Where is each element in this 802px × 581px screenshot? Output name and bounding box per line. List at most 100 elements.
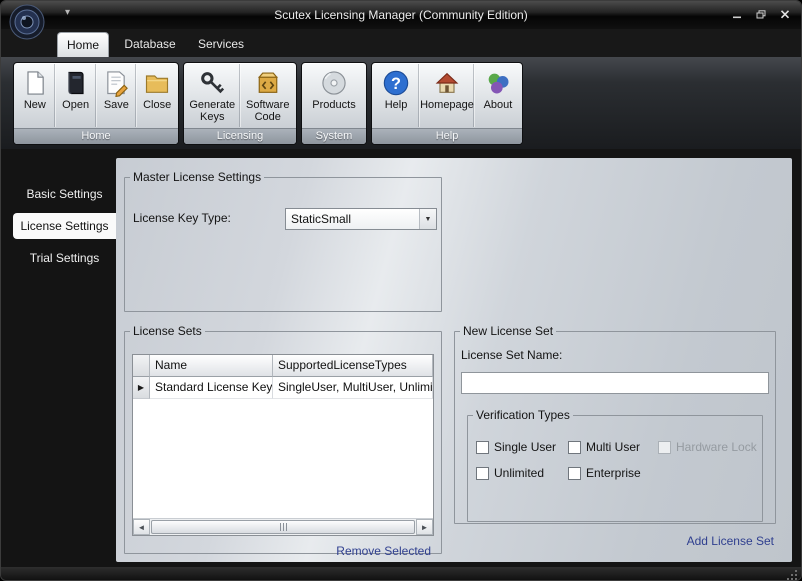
group-caption-help: Help bbox=[372, 128, 522, 144]
ribbon: New Open Save Close Home Generate Keys S… bbox=[1, 57, 801, 149]
minimize-button[interactable] bbox=[729, 7, 745, 21]
checkbox-icon bbox=[476, 466, 489, 480]
license-key-type-label: License Key Type: bbox=[133, 211, 231, 225]
horizontal-scrollbar[interactable]: ◄ ► bbox=[133, 518, 433, 535]
arrow-left-icon: ◄ bbox=[137, 522, 146, 532]
row-header-cell: ▶ bbox=[133, 377, 150, 399]
close-button[interactable] bbox=[777, 7, 793, 21]
button-label: Homepage bbox=[420, 99, 474, 111]
tab-services[interactable]: Services bbox=[189, 32, 253, 57]
table-empty-area bbox=[133, 399, 433, 518]
checkbox-label: Enterprise bbox=[586, 466, 641, 480]
group-caption-home: Home bbox=[14, 128, 178, 144]
scrollbar-track[interactable] bbox=[150, 519, 416, 535]
settings-panel: Master License Settings License Key Type… bbox=[116, 158, 792, 562]
open-folder-icon bbox=[62, 69, 90, 97]
license-key-type-select[interactable]: StaticSmall ▼ bbox=[285, 208, 437, 230]
content-area: Basic Settings License Settings Trial Se… bbox=[1, 149, 801, 567]
checkbox-icon bbox=[568, 466, 581, 480]
checkbox-label: Unlimited bbox=[494, 466, 545, 480]
checkbox-multi-user[interactable]: Multi User bbox=[568, 440, 640, 454]
ribbon-group-licensing: Generate Keys Software Code Licensing bbox=[183, 62, 297, 145]
checkbox-label: Hardware Lock bbox=[676, 440, 757, 454]
ribbon-tabstrip: Home Database Services bbox=[1, 29, 801, 57]
button-label: Close bbox=[143, 99, 172, 111]
group-title-master: Master License Settings bbox=[133, 170, 262, 184]
group-caption-licensing: Licensing bbox=[184, 128, 296, 144]
generate-keys-button[interactable]: Generate Keys bbox=[185, 64, 240, 127]
scroll-left-button[interactable]: ◄ bbox=[133, 519, 150, 535]
ribbon-group-home: New Open Save Close Home bbox=[13, 62, 179, 145]
products-button[interactable]: Products bbox=[303, 64, 365, 127]
checkbox-label: Single User bbox=[494, 440, 557, 454]
checkbox-enterprise[interactable]: Enterprise bbox=[568, 466, 641, 480]
tab-home[interactable]: Home bbox=[57, 32, 109, 57]
table-corner-cell[interactable] bbox=[133, 355, 150, 377]
new-button[interactable]: New bbox=[15, 64, 55, 127]
app-window: ▾ Scutex Licensing Manager (Community Ed… bbox=[0, 0, 802, 581]
maximize-button[interactable] bbox=[753, 7, 769, 21]
save-button[interactable]: Save bbox=[95, 64, 137, 127]
homepage-button[interactable]: Homepage bbox=[419, 64, 474, 127]
key-icon bbox=[198, 69, 226, 97]
status-bar bbox=[1, 567, 801, 580]
verification-types-group: Verification Types Single User Multi Use… bbox=[467, 408, 763, 522]
column-header-name[interactable]: Name bbox=[150, 355, 273, 377]
home-icon bbox=[433, 69, 461, 97]
cell-supported-types: SingleUser, MultiUser, Unlimite bbox=[273, 377, 433, 399]
help-question-icon: ? bbox=[382, 69, 410, 97]
window-title: Scutex Licensing Manager (Community Edit… bbox=[274, 8, 528, 22]
license-sets-group: License Sets Name SupportedLicenseTypes … bbox=[124, 324, 442, 558]
open-button[interactable]: Open bbox=[54, 64, 96, 127]
license-set-name-input[interactable] bbox=[461, 372, 769, 394]
save-icon bbox=[102, 69, 130, 98]
window-controls bbox=[729, 7, 793, 21]
package-code-icon bbox=[254, 69, 282, 97]
about-button[interactable]: About bbox=[473, 64, 521, 127]
about-icon bbox=[484, 69, 512, 97]
resize-grip-icon[interactable] bbox=[786, 568, 798, 580]
table-header-row: Name SupportedLicenseTypes bbox=[133, 355, 433, 377]
checkbox-icon bbox=[568, 440, 581, 454]
scroll-right-button[interactable]: ► bbox=[416, 519, 433, 535]
button-label: About bbox=[483, 99, 513, 111]
checkbox-icon bbox=[476, 440, 489, 454]
chevron-down-icon: ▼ bbox=[419, 209, 436, 229]
ribbon-group-help: ? Help Homepage About Help bbox=[371, 62, 523, 145]
remove-selected-link[interactable]: Remove Selected bbox=[336, 544, 431, 558]
button-label: Open bbox=[62, 99, 90, 111]
tab-database[interactable]: Database bbox=[115, 32, 185, 57]
button-label: Software Code bbox=[246, 99, 290, 123]
checkbox-hardware-lock: Hardware Lock bbox=[658, 440, 757, 454]
checkbox-icon bbox=[658, 440, 671, 454]
group-caption-system: System bbox=[302, 128, 366, 144]
sidebar-item-basic-settings[interactable]: Basic Settings bbox=[13, 181, 116, 207]
help-button[interactable]: ? Help bbox=[373, 64, 419, 127]
button-label: Help bbox=[384, 99, 408, 111]
sidebar-item-license-settings[interactable]: License Settings bbox=[13, 213, 116, 239]
new-document-icon bbox=[21, 69, 49, 97]
checkbox-label: Multi User bbox=[586, 440, 641, 454]
cell-name: Standard License Key bbox=[150, 377, 273, 399]
checkbox-unlimited[interactable]: Unlimited bbox=[476, 466, 544, 480]
add-license-set-link[interactable]: Add License Set bbox=[687, 534, 776, 548]
new-license-set-group: New License Set License Set Name: Verifi… bbox=[454, 324, 776, 524]
group-title-license-sets: License Sets bbox=[133, 324, 202, 338]
group-title-new-license-set: New License Set bbox=[463, 324, 554, 338]
table-row[interactable]: ▶ Standard License Key SingleUser, Multi… bbox=[133, 377, 433, 399]
column-header-supported-types[interactable]: SupportedLicenseTypes bbox=[273, 355, 433, 377]
app-logo-icon[interactable] bbox=[9, 4, 45, 40]
checkbox-single-user[interactable]: Single User bbox=[476, 440, 556, 454]
scrollbar-thumb[interactable] bbox=[151, 520, 415, 534]
close-file-button[interactable]: Close bbox=[136, 64, 177, 127]
combo-selected-value: StaticSmall bbox=[291, 212, 352, 226]
group-title-verification-types: Verification Types bbox=[476, 408, 570, 422]
license-sets-table: Name SupportedLicenseTypes ▶ Standard Li… bbox=[132, 354, 434, 536]
folder-icon bbox=[143, 69, 171, 97]
svg-text:?: ? bbox=[391, 75, 401, 93]
sidebar-item-trial-settings[interactable]: Trial Settings bbox=[13, 245, 116, 271]
title-bar: ▾ Scutex Licensing Manager (Community Ed… bbox=[1, 1, 801, 40]
arrow-right-icon: ► bbox=[420, 522, 429, 532]
add-license-set-container: Add License Set bbox=[454, 532, 776, 550]
software-code-button[interactable]: Software Code bbox=[239, 64, 296, 127]
